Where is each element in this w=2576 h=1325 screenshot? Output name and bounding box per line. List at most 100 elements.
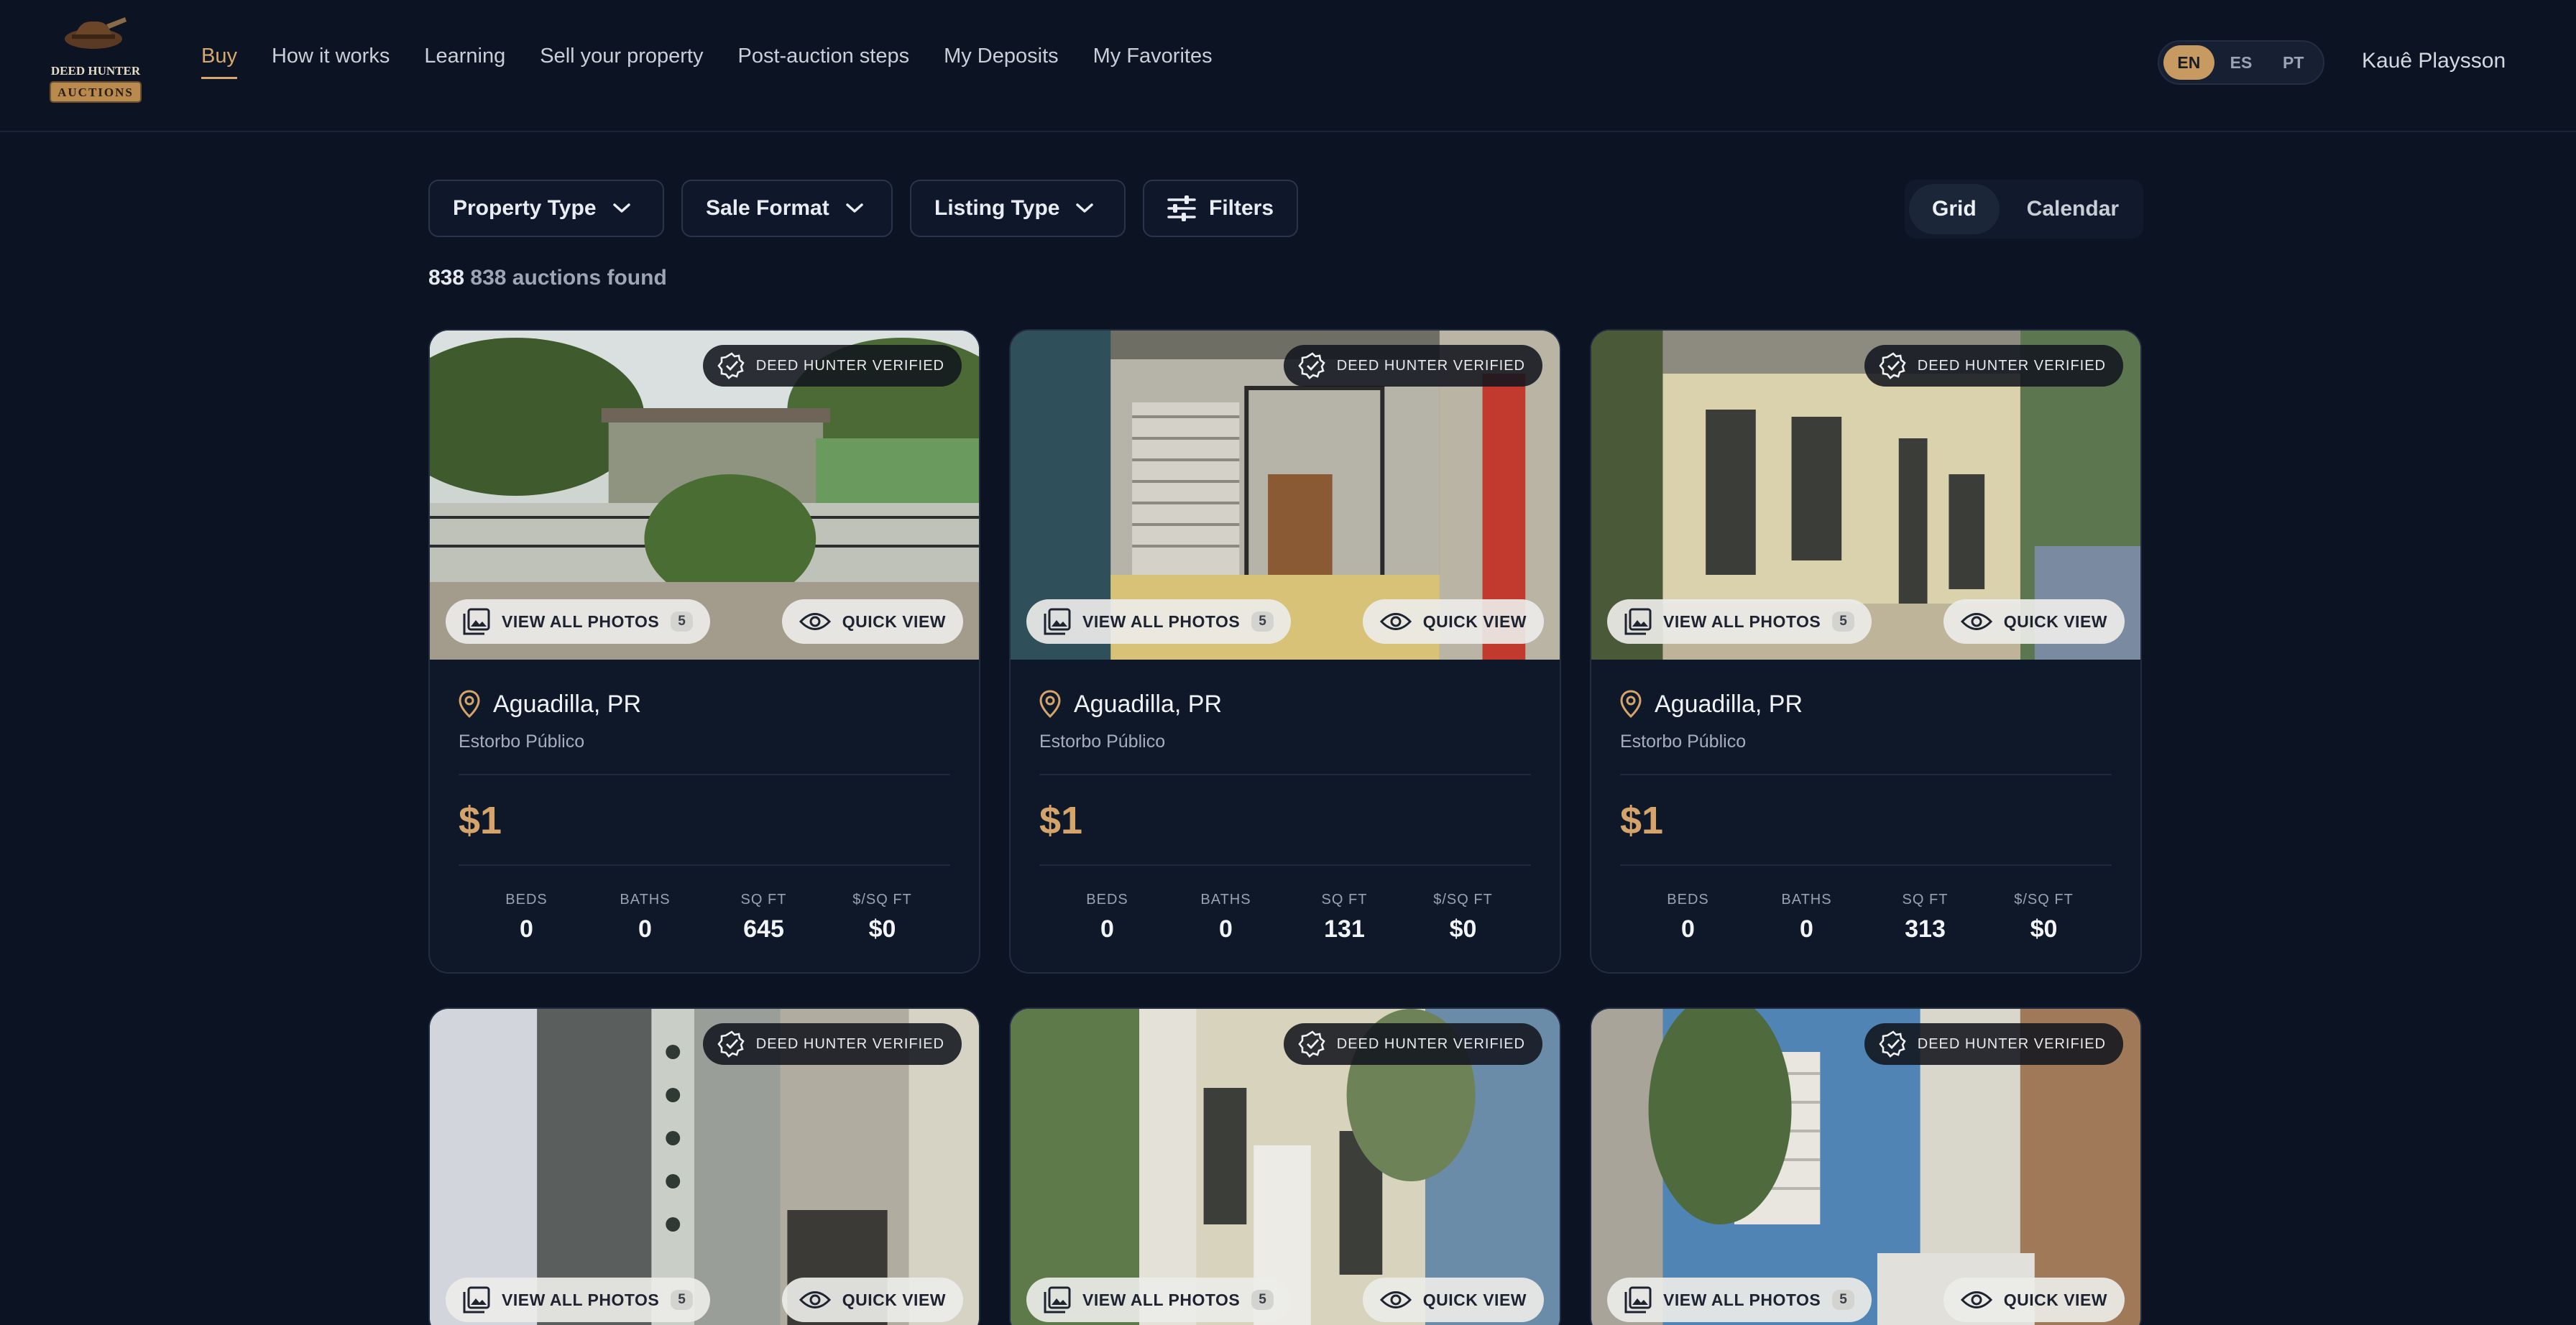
nav-learning[interactable]: Learning xyxy=(424,45,505,79)
listing-type-dropdown[interactable]: Listing Type xyxy=(910,180,1126,237)
photo-count-badge: 5 xyxy=(1832,611,1855,632)
property-photo[interactable]: DEED HUNTER VERIFIED VIEW ALL PHOTOS 5 Q… xyxy=(430,1009,979,1325)
view-all-photos-label: VIEW ALL PHOTOS xyxy=(502,1290,660,1309)
property-photo[interactable]: DEED HUNTER VERIFIED VIEW ALL PHOTOS 5 Q… xyxy=(1591,1009,2140,1325)
verified-check-icon xyxy=(1298,1030,1325,1058)
property-city[interactable]: Aguadilla, PR xyxy=(1655,691,1803,719)
user-menu[interactable]: Kauê Playsson xyxy=(2362,49,2506,73)
lang-pt-button[interactable]: PT xyxy=(2268,45,2319,80)
grid-view-button[interactable]: Grid xyxy=(1909,184,2000,234)
auction-card[interactable]: DEED HUNTER VERIFIED VIEW ALL PHOTOS 5 Q… xyxy=(1009,329,1561,974)
sliders-icon xyxy=(1167,195,1196,221)
stat-label: BATHS xyxy=(1200,892,1251,908)
svg-text:DEED HUNTER: DEED HUNTER xyxy=(51,64,141,78)
deed-hunter-logo[interactable]: DEED HUNTER AUCTIONS xyxy=(46,14,145,112)
top-header: DEED HUNTER AUCTIONS Buy How it works Le… xyxy=(0,0,2576,132)
auction-card[interactable]: DEED HUNTER VERIFIED VIEW ALL PHOTOS 5 Q… xyxy=(428,1007,980,1325)
photo-gallery-icon xyxy=(1624,608,1652,635)
nav-buy[interactable]: Buy xyxy=(201,45,237,79)
quick-view-label: QUICK VIEW xyxy=(842,611,946,631)
stat-label: $/SQ FT xyxy=(2014,892,2074,908)
stat-label: SQ FT xyxy=(1321,892,1368,908)
photo-gallery-icon xyxy=(463,608,490,635)
quick-view-label: QUICK VIEW xyxy=(842,1290,946,1309)
stat-value: 313 xyxy=(1905,915,1946,943)
sale-format-dropdown[interactable]: Sale Format xyxy=(681,180,893,237)
calendar-view-button[interactable]: Calendar xyxy=(2004,184,2142,234)
quick-view-button[interactable]: QUICK VIEW xyxy=(1362,599,1544,644)
listing-type-label: Listing Type xyxy=(934,196,1060,220)
property-price: $1 xyxy=(1039,775,1531,866)
quick-view-button[interactable]: QUICK VIEW xyxy=(1943,599,2125,644)
property-stats: BEDS 0 BATHS 0 SQ FT 313 $/SQ FT $0 xyxy=(1620,866,2112,972)
quick-view-button[interactable]: QUICK VIEW xyxy=(781,599,963,644)
property-city[interactable]: Aguadilla, PR xyxy=(1074,691,1222,719)
verified-label: DEED HUNTER VERIFIED xyxy=(755,1035,944,1052)
eye-icon xyxy=(1379,1291,1412,1308)
verified-check-icon xyxy=(1298,352,1325,379)
view-all-photos-label: VIEW ALL PHOTOS xyxy=(1663,1290,1821,1309)
photo-gallery-icon xyxy=(463,1286,490,1314)
property-photo[interactable]: DEED HUNTER VERIFIED VIEW ALL PHOTOS 5 Q… xyxy=(1011,1009,1560,1325)
property-city[interactable]: Aguadilla, PR xyxy=(493,691,641,719)
view-all-photos-button[interactable]: VIEW ALL PHOTOS 5 xyxy=(446,1278,711,1322)
auction-card[interactable]: DEED HUNTER VERIFIED VIEW ALL PHOTOS 5 Q… xyxy=(1009,1007,1561,1325)
eye-icon xyxy=(1379,613,1412,630)
property-price: $1 xyxy=(1620,775,2112,866)
auction-card[interactable]: DEED HUNTER VERIFIED VIEW ALL PHOTOS 5 Q… xyxy=(1590,329,2142,974)
chevron-down-icon xyxy=(612,203,630,213)
view-all-photos-label: VIEW ALL PHOTOS xyxy=(502,611,660,631)
lang-en-button[interactable]: EN xyxy=(2163,45,2214,80)
filters-label: Filters xyxy=(1209,196,1274,220)
quick-view-button[interactable]: QUICK VIEW xyxy=(781,1278,963,1322)
eye-icon xyxy=(799,613,831,630)
view-all-photos-button[interactable]: VIEW ALL PHOTOS 5 xyxy=(1607,1278,1872,1322)
stat-value: $0 xyxy=(868,915,896,943)
svg-text:AUCTIONS: AUCTIONS xyxy=(58,86,134,99)
sqft-stat: SQ FT 313 xyxy=(1875,892,1976,943)
property-price: $1 xyxy=(459,775,950,866)
verified-badge: DEED HUNTER VERIFIED xyxy=(1283,1023,1542,1065)
quick-view-button[interactable]: QUICK VIEW xyxy=(1943,1278,2125,1322)
stat-label: BEDS xyxy=(1667,892,1709,908)
stat-value: 645 xyxy=(743,915,784,943)
nav-my-deposits[interactable]: My Deposits xyxy=(944,45,1059,79)
results-number: 838 xyxy=(428,266,465,290)
property-stats: BEDS 0 BATHS 0 SQ FT 131 $/SQ FT $0 xyxy=(1039,866,1531,972)
view-all-photos-button[interactable]: VIEW ALL PHOTOS 5 xyxy=(446,599,711,644)
verified-badge: DEED HUNTER VERIFIED xyxy=(702,345,962,387)
quick-view-button[interactable]: QUICK VIEW xyxy=(1362,1278,1544,1322)
photo-count-badge: 5 xyxy=(1251,611,1274,632)
property-photo[interactable]: DEED HUNTER VERIFIED VIEW ALL PHOTOS 5 Q… xyxy=(1591,331,2140,660)
nav-my-favorites[interactable]: My Favorites xyxy=(1093,45,1213,79)
property-stats: BEDS 0 BATHS 0 SQ FT 645 $/SQ FT $0 xyxy=(459,866,950,972)
stat-label: BATHS xyxy=(1781,892,1832,908)
beds-stat: BEDS 0 xyxy=(477,892,577,943)
beds-stat: BEDS 0 xyxy=(1638,892,1739,943)
filters-button[interactable]: Filters xyxy=(1143,180,1298,237)
verified-check-icon xyxy=(1879,1030,1906,1058)
nav-how-it-works[interactable]: How it works xyxy=(272,45,390,79)
view-all-photos-button[interactable]: VIEW ALL PHOTOS 5 xyxy=(1026,599,1292,644)
property-photo[interactable]: DEED HUNTER VERIFIED VIEW ALL PHOTOS 5 Q… xyxy=(1011,331,1560,660)
results-text: 838 auctions found xyxy=(470,266,667,290)
nav-sell-your-property[interactable]: Sell your property xyxy=(540,45,703,79)
nav-post-auction-steps[interactable]: Post-auction steps xyxy=(738,45,910,79)
stat-label: $/SQ FT xyxy=(1433,892,1493,908)
view-all-photos-button[interactable]: VIEW ALL PHOTOS 5 xyxy=(1607,599,1872,644)
view-toggle: Grid Calendar xyxy=(1905,180,2143,239)
filter-toolbar: Property Type Sale Format Listing Type F… xyxy=(428,180,1298,237)
stat-value: 0 xyxy=(638,915,652,943)
stat-value: 0 xyxy=(1681,915,1695,943)
main-nav: Buy How it works Learning Sell your prop… xyxy=(201,45,1247,79)
property-photo[interactable]: DEED HUNTER VERIFIED VIEW ALL PHOTOS 5 Q… xyxy=(430,331,979,660)
auction-card[interactable]: DEED HUNTER VERIFIED VIEW ALL PHOTOS 5 Q… xyxy=(1590,1007,2142,1325)
stat-label: BEDS xyxy=(505,892,548,908)
sale-format-label: Sale Format xyxy=(706,196,829,220)
lang-es-button[interactable]: ES xyxy=(2216,45,2267,80)
view-all-photos-button[interactable]: VIEW ALL PHOTOS 5 xyxy=(1026,1278,1292,1322)
stat-value: 0 xyxy=(1219,915,1233,943)
stat-value: 0 xyxy=(1800,915,1813,943)
auction-card[interactable]: DEED HUNTER VERIFIED VIEW ALL PHOTOS 5 Q… xyxy=(428,329,980,974)
property-type-dropdown[interactable]: Property Type xyxy=(428,180,664,237)
